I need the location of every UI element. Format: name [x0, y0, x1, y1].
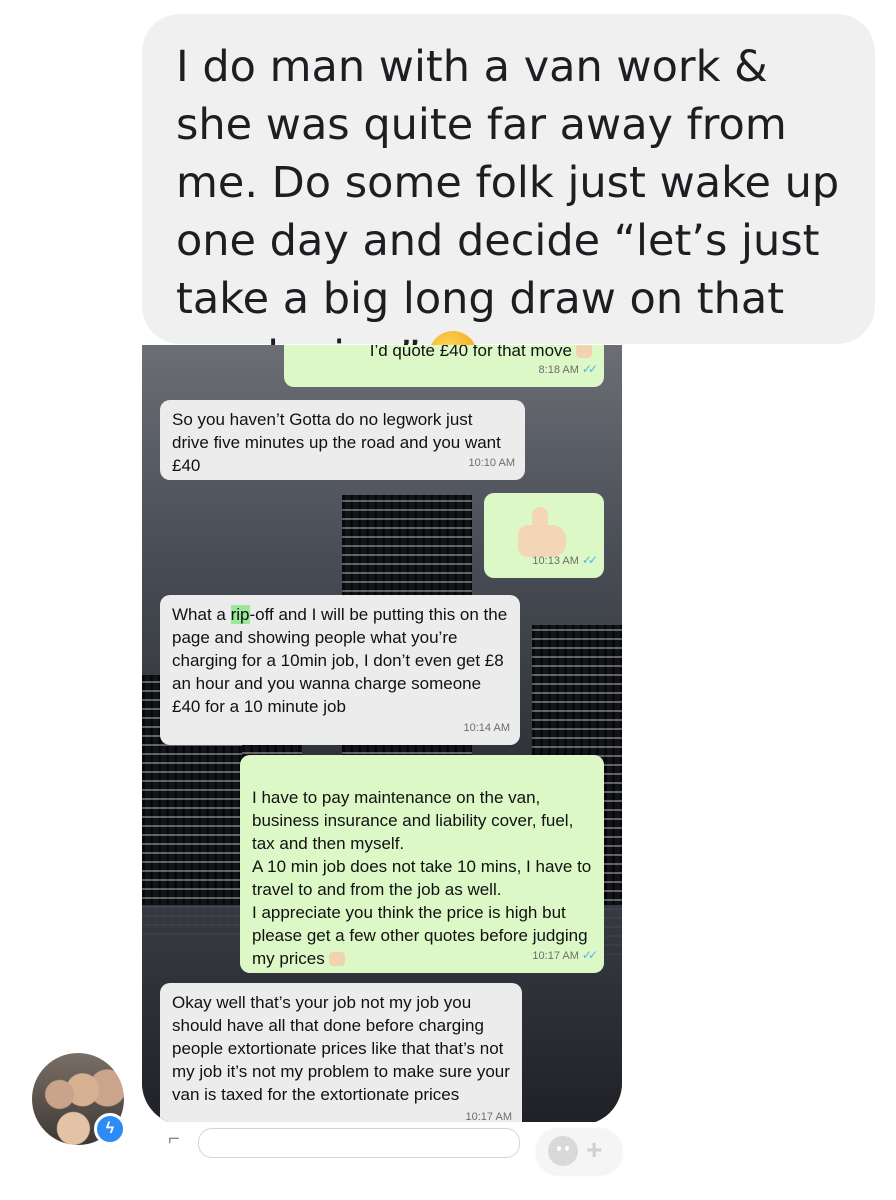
attach-icon: ⌐ [168, 1128, 180, 1150]
plus-icon: + [586, 1134, 603, 1165]
message-bubble[interactable]: I do man with a van work & she was quite… [142, 14, 875, 382]
message-text: I do man with a van work & she was quite… [176, 38, 856, 386]
shared-screenshot[interactable]: I’d quote £40 for that move 8:18 AM ✓✓ So… [142, 345, 622, 1125]
messenger-icon: ϟ [94, 1113, 126, 1145]
chat-message-outgoing: I have to pay maintenance on the van, bu… [240, 755, 604, 973]
message-input-preview [198, 1128, 561, 1158]
chat-message-incoming: So you haven’t Gotta do no legwork just … [160, 400, 525, 480]
thumbs-up-icon [328, 952, 345, 966]
message-text: So you haven’t Gotta do no legwork just … [172, 410, 501, 475]
chat-message-outgoing: 10:13 AM ✓✓ [484, 493, 604, 578]
read-ticks-icon: ✓✓ [581, 362, 598, 376]
message-time: 10:14 AM [463, 722, 510, 734]
chat-message-incoming: Okay well that’s your job not my job you… [160, 983, 522, 1125]
read-ticks-icon: ✓✓ [581, 948, 598, 962]
read-ticks-icon: ✓✓ [581, 553, 598, 567]
chat-message-incoming: What a rip-off and I will be putting thi… [160, 595, 520, 745]
chat-message-outgoing: I’d quote £40 for that move 8:18 AM ✓✓ [284, 345, 604, 387]
highlighted-word: rip [230, 605, 250, 624]
message-text: What a [172, 605, 231, 624]
thumbs-up-icon [576, 345, 592, 358]
message-time: 8:18 AM ✓✓ [538, 362, 599, 376]
message-time: 10:10 AM [468, 457, 515, 469]
add-reaction-button[interactable]: + [536, 1128, 622, 1174]
message-time: 10:17 AM ✓✓ [532, 948, 598, 962]
message-text: Okay well that’s your job not my job you… [172, 993, 510, 1104]
message-time: 10:13 AM ✓✓ [532, 553, 598, 567]
smiley-icon [548, 1136, 578, 1166]
message-text: I have to pay maintenance on the van, bu… [252, 788, 592, 968]
